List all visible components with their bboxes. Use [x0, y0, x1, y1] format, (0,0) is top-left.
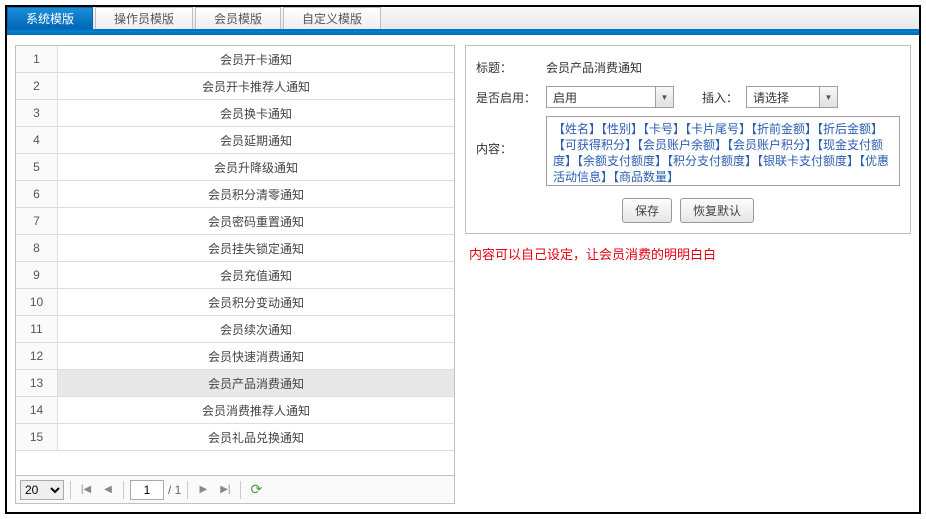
tab-custom-template[interactable]: 自定义模版: [283, 7, 381, 29]
table-row[interactable]: 14会员消费推荐人通知: [16, 397, 454, 424]
title-label: 标题：: [476, 59, 546, 76]
insert-select[interactable]: 请选择 ▼: [746, 86, 838, 108]
row-number: 11: [16, 316, 58, 342]
pager-prev-icon[interactable]: ◀: [99, 481, 117, 499]
save-button[interactable]: 保存: [622, 198, 672, 223]
tab-system-template[interactable]: 系统模版: [7, 7, 93, 29]
reset-button[interactable]: 恢复默认: [680, 198, 754, 223]
row-number: 8: [16, 235, 58, 261]
pager-first-icon[interactable]: |◀: [77, 481, 95, 499]
tab-bar: 系统模版 操作员模版 会员模版 自定义模版: [7, 7, 919, 31]
table-row[interactable]: 7会员密码重置通知: [16, 208, 454, 235]
insert-label: 插入：: [702, 89, 738, 106]
row-number: 12: [16, 343, 58, 369]
table-row[interactable]: 10会员积分变动通知: [16, 289, 454, 316]
row-name: 会员挂失锁定通知: [58, 235, 454, 261]
row-name: 会员升降级通知: [58, 154, 454, 180]
row-number: 10: [16, 289, 58, 315]
tab-member-template[interactable]: 会员模版: [195, 7, 281, 29]
pager-last-icon[interactable]: ▶|: [216, 481, 234, 499]
table-row[interactable]: 4会员延期通知: [16, 127, 454, 154]
row-number: 1: [16, 46, 58, 72]
row-name: 会员快速消费通知: [58, 343, 454, 369]
row-number: 2: [16, 73, 58, 99]
pager-refresh-icon[interactable]: ⟳: [247, 481, 265, 499]
row-number: 7: [16, 208, 58, 234]
row-number: 5: [16, 154, 58, 180]
table-row[interactable]: 8会员挂失锁定通知: [16, 235, 454, 262]
row-number: 13: [16, 370, 58, 396]
row-name: 会员开卡推荐人通知: [58, 73, 454, 99]
row-name: 会员礼品兑换通知: [58, 424, 454, 450]
pager-total-label: / 1: [168, 483, 181, 497]
pager: 20 |◀ ◀ / 1 ▶ ▶| ⟳: [15, 476, 455, 504]
row-name: 会员积分清零通知: [58, 181, 454, 207]
row-name: 会员充值通知: [58, 262, 454, 288]
content-label: 内容：: [476, 116, 546, 157]
table-row[interactable]: 13会员产品消费通知: [16, 370, 454, 397]
chevron-down-icon: ▼: [655, 87, 673, 107]
template-form: 标题： 会员产品消费通知 是否启用： 启用 ▼ 插入： 请选择: [465, 45, 911, 234]
pager-page-input[interactable]: [130, 480, 164, 500]
title-value: 会员产品消费通知: [546, 59, 900, 76]
row-name: 会员换卡通知: [58, 100, 454, 126]
row-number: 4: [16, 127, 58, 153]
table-row[interactable]: 2会员开卡推荐人通知: [16, 73, 454, 100]
chevron-down-icon: ▼: [819, 87, 837, 107]
table-row[interactable]: 5会员升降级通知: [16, 154, 454, 181]
enabled-select[interactable]: 启用 ▼: [546, 86, 674, 108]
table-row[interactable]: 9会员充值通知: [16, 262, 454, 289]
tab-operator-template[interactable]: 操作员模版: [95, 7, 193, 29]
pager-next-icon[interactable]: ▶: [194, 481, 212, 499]
row-name: 会员延期通知: [58, 127, 454, 153]
row-number: 14: [16, 397, 58, 423]
table-row[interactable]: 3会员换卡通知: [16, 100, 454, 127]
row-number: 3: [16, 100, 58, 126]
row-number: 15: [16, 424, 58, 450]
table-row[interactable]: 15会员礼品兑换通知: [16, 424, 454, 451]
row-name: 会员产品消费通知: [58, 370, 454, 396]
row-name: 会员续次通知: [58, 316, 454, 342]
row-name: 会员密码重置通知: [58, 208, 454, 234]
table-row[interactable]: 1会员开卡通知: [16, 46, 454, 73]
row-number: 6: [16, 181, 58, 207]
page-size-select[interactable]: 20: [20, 480, 64, 500]
table-row[interactable]: 6会员积分清零通知: [16, 181, 454, 208]
content-textarea[interactable]: 【姓名】【性别】【卡号】【卡片尾号】【折前金额】【折后金额】【可获得积分】【会员…: [546, 116, 900, 186]
template-list: 1会员开卡通知2会员开卡推荐人通知3会员换卡通知4会员延期通知5会员升降级通知6…: [15, 45, 455, 476]
row-name: 会员消费推荐人通知: [58, 397, 454, 423]
note-text: 内容可以自己设定，让会员消费的明明白白: [465, 244, 911, 263]
row-number: 9: [16, 262, 58, 288]
table-row[interactable]: 11会员续次通知: [16, 316, 454, 343]
row-name: 会员开卡通知: [58, 46, 454, 72]
row-name: 会员积分变动通知: [58, 289, 454, 315]
table-row[interactable]: 12会员快速消费通知: [16, 343, 454, 370]
enabled-label: 是否启用：: [476, 89, 546, 106]
